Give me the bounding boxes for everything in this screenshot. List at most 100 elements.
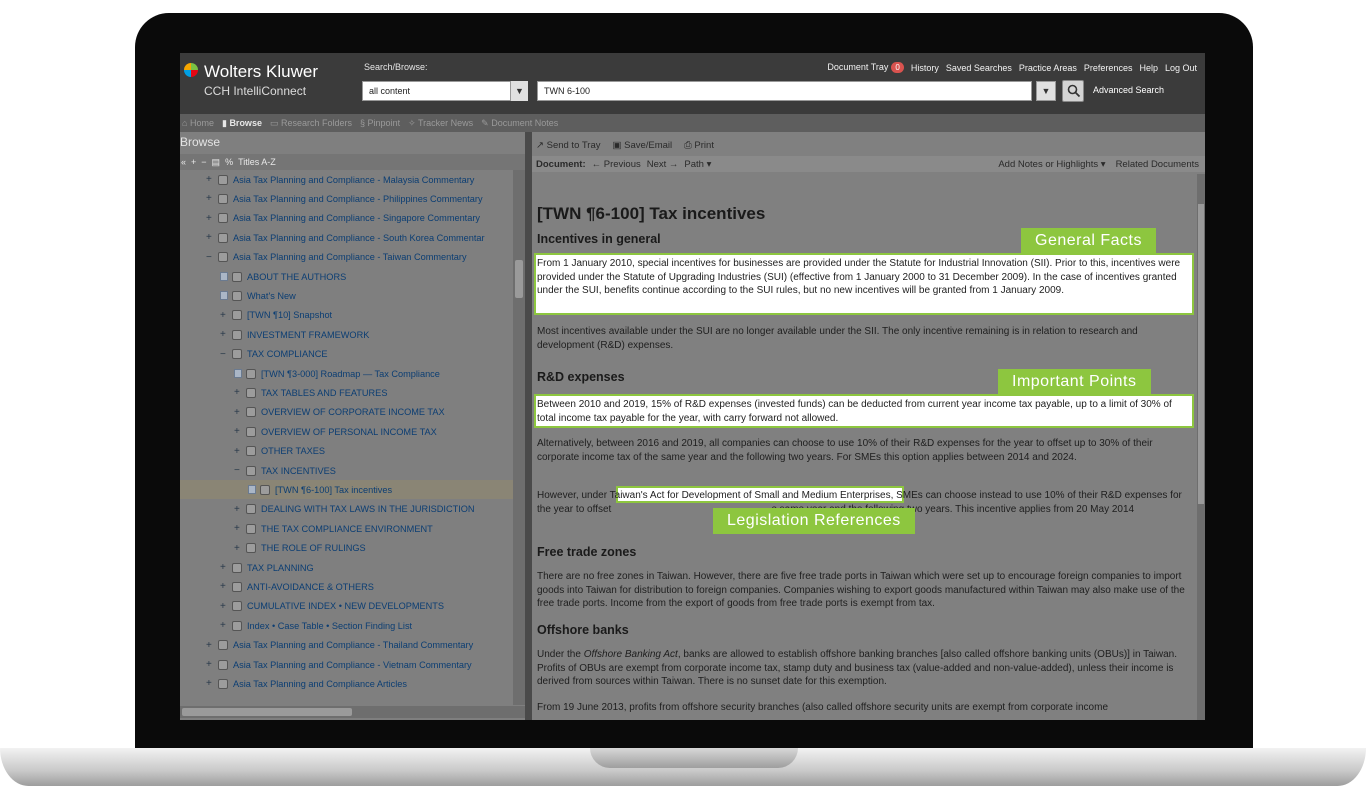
tree-item[interactable]: [TWN ¶6-100] Tax incentives	[180, 480, 513, 500]
add-notes-button[interactable]: Add Notes or Highlights ▾	[998, 159, 1105, 170]
expand-icon[interactable]: +	[234, 387, 244, 398]
expand-icon[interactable]: +	[206, 213, 216, 224]
tree-item-checkbox[interactable]	[232, 349, 242, 360]
tree-item[interactable]: + OTHER TAXES	[234, 442, 325, 461]
collapse-icon[interactable]: −	[234, 465, 244, 476]
tree-item[interactable]: + DEALING WITH TAX LAWS IN THE JURISDICTI…	[234, 500, 475, 519]
tree-item[interactable]: + TAX PLANNING	[220, 558, 314, 577]
expand-icon[interactable]: +	[206, 678, 216, 689]
tree-item-checkbox[interactable]	[232, 329, 242, 340]
expand-icon[interactable]: +	[234, 523, 244, 534]
chevron-down-icon[interactable]: ▼	[510, 81, 528, 101]
document-tray-link[interactable]: Document Tray 0	[827, 62, 904, 73]
scrollbar-thumb[interactable]	[1198, 204, 1204, 504]
tree-item-checkbox[interactable]	[232, 310, 242, 321]
tree-item-checkbox[interactable]	[232, 601, 242, 612]
expand-all-icon[interactable]: +	[191, 157, 196, 167]
tree-item-checkbox[interactable]	[246, 523, 256, 534]
expand-icon[interactable]: +	[234, 543, 244, 554]
print-button[interactable]: ⎙ Print	[684, 140, 714, 151]
tree-item[interactable]: + THE ROLE OF RULINGS	[234, 539, 366, 558]
tree-item[interactable]: + INVESTMENT FRAMEWORK	[220, 325, 369, 344]
collapse-icon[interactable]: −	[206, 252, 216, 263]
tree-item-checkbox[interactable]	[246, 407, 256, 418]
scrollbar-thumb[interactable]	[182, 708, 352, 716]
tree-item-checkbox[interactable]	[232, 290, 242, 301]
chevron-down-icon[interactable]: ▼	[1036, 81, 1056, 101]
tree-item-checkbox[interactable]	[232, 581, 242, 592]
tree-item[interactable]: + Asia Tax Planning and Compliance - Phil…	[206, 189, 483, 208]
tree-item[interactable]: + OVERVIEW OF PERSONAL INCOME TAX	[234, 422, 437, 441]
history-link[interactable]: History	[911, 63, 939, 73]
document-icon[interactable]: ▤	[212, 157, 221, 168]
tracker-news-tab[interactable]: ✧ Tracker News	[408, 118, 473, 129]
link-icon[interactable]: %	[225, 157, 233, 167]
tree-item-checkbox[interactable]	[218, 193, 228, 204]
tree-item-checkbox[interactable]	[246, 446, 256, 457]
tree-item[interactable]: + TAX TABLES AND FEATURES	[234, 383, 387, 402]
tree-item[interactable]: + Asia Tax Planning and Compliance - Sing…	[206, 209, 480, 228]
tree-item[interactable]: − Asia Tax Planning and Compliance - Taiw…	[206, 248, 467, 267]
tree-item-checkbox[interactable]	[246, 543, 256, 554]
tree-item-checkbox[interactable]	[232, 271, 242, 282]
expand-icon[interactable]: +	[234, 426, 244, 437]
path-button[interactable]: Path ▾	[684, 159, 711, 170]
expand-icon[interactable]: +	[206, 659, 216, 670]
tree-item[interactable]: − TAX COMPLIANCE	[220, 345, 328, 364]
tree-item[interactable]: + ANTI-AVOIDANCE & OTHERS	[220, 577, 374, 596]
document-notes-tab[interactable]: ✎ Document Notes	[481, 118, 558, 129]
tree-item[interactable]: + THE TAX COMPLIANCE ENVIRONMENT	[234, 519, 433, 538]
tree-item-checkbox[interactable]	[260, 484, 270, 495]
browse-tab[interactable]: ▮ Browse	[222, 118, 262, 129]
expand-icon[interactable]: +	[234, 504, 244, 515]
expand-icon[interactable]: +	[220, 310, 230, 321]
expand-icon[interactable]: +	[220, 581, 230, 592]
tree-item[interactable]: + CUMULATIVE INDEX • NEW DEVELOPMENTS	[220, 597, 444, 616]
tree-item-checkbox[interactable]	[246, 368, 256, 379]
tree-item-checkbox[interactable]	[232, 562, 242, 573]
search-button[interactable]	[1062, 80, 1084, 102]
tree-item-checkbox[interactable]	[218, 174, 228, 185]
tree-item[interactable]: + Index • Case Table • Section Finding Li…	[220, 616, 412, 635]
previous-button[interactable]: ← Previous	[592, 159, 641, 170]
tree-item-checkbox[interactable]	[218, 252, 228, 263]
research-folders-tab[interactable]: ▭ Research Folders	[270, 118, 352, 129]
preferences-link[interactable]: Preferences	[1084, 63, 1133, 73]
expand-icon[interactable]: +	[234, 407, 244, 418]
sort-label[interactable]: Titles A-Z	[238, 157, 276, 167]
home-tab[interactable]: ⌂ Home	[182, 118, 214, 128]
tree-item[interactable]: + Asia Tax Planning and Compliance - Sout…	[206, 228, 485, 247]
tree-item-checkbox[interactable]	[218, 213, 228, 224]
next-button[interactable]: Next →	[647, 159, 679, 170]
tree-item-checkbox[interactable]	[246, 387, 256, 398]
expand-icon[interactable]: +	[220, 620, 230, 631]
tree-item[interactable]: What's New	[220, 286, 296, 305]
tree-item[interactable]: [TWN ¶3-000] Roadmap — Tax Compliance	[234, 364, 440, 383]
expand-icon[interactable]: +	[206, 232, 216, 243]
tree-item-checkbox[interactable]	[218, 640, 228, 651]
saved-searches-link[interactable]: Saved Searches	[946, 63, 1012, 73]
tree-item[interactable]: + Asia Tax Planning and Compliance Articl…	[206, 674, 407, 693]
tree-item[interactable]: + Asia Tax Planning and Compliance - Thai…	[206, 636, 473, 655]
expand-icon[interactable]: +	[206, 640, 216, 651]
expand-icon[interactable]: +	[220, 329, 230, 340]
expand-icon[interactable]: +	[206, 174, 216, 185]
legislation-reference[interactable]: Taiwan's Act for Development of Small an…	[610, 490, 894, 501]
tree-item[interactable]: + OVERVIEW OF CORPORATE INCOME TAX	[234, 403, 445, 422]
tree-vertical-scrollbar[interactable]	[513, 170, 525, 705]
tree-item-checkbox[interactable]	[246, 465, 256, 476]
tree-item[interactable]: + Asia Tax Planning and Compliance - Mala…	[206, 170, 474, 189]
send-to-tray-button[interactable]: ↗ Send to Tray	[536, 140, 600, 151]
expand-icon[interactable]: +	[220, 601, 230, 612]
expand-icon[interactable]: +	[220, 562, 230, 573]
scope-select[interactable]: all content	[362, 81, 528, 101]
tree-item[interactable]: − TAX INCENTIVES	[234, 461, 336, 480]
save-email-button[interactable]: ▣ Save/Email	[612, 140, 672, 151]
tree-item-checkbox[interactable]	[232, 620, 242, 631]
practice-areas-link[interactable]: Practice Areas	[1019, 63, 1077, 73]
tree-item-checkbox[interactable]	[218, 678, 228, 689]
scrollbar-thumb[interactable]	[515, 260, 523, 298]
expand-icon[interactable]: +	[206, 193, 216, 204]
collapse-icon[interactable]: −	[220, 349, 230, 360]
tree-horizontal-scrollbar[interactable]	[180, 706, 525, 718]
